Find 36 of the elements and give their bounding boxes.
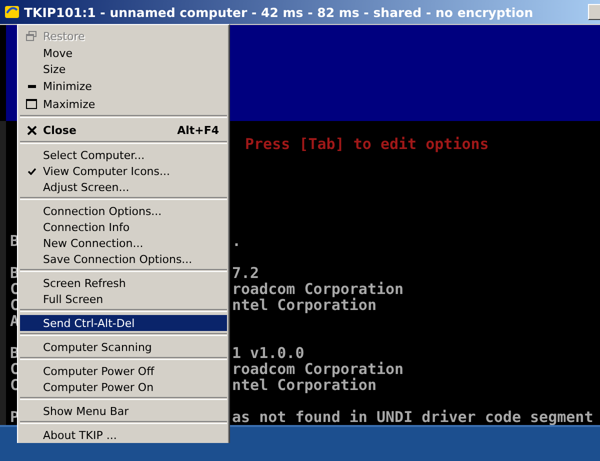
menu-item[interactable]: Show Menu Bar (20, 403, 227, 419)
console-text: . (232, 232, 242, 250)
console-text: roadcom Corporation (232, 280, 404, 298)
menu-item[interactable]: Save Connection Options... (20, 251, 227, 267)
menu-item[interactable]: Size (20, 61, 227, 77)
menu-item[interactable]: Close Alt+F4 (20, 121, 227, 139)
console-text: ntel Corporation (232, 376, 376, 394)
app-icon (4, 4, 20, 20)
window-title: TKIP101:1 - unnamed computer - 42 ms - 82 ms - shared - no encryption (24, 4, 534, 20)
menu-item[interactable]: New Connection... (20, 235, 227, 251)
menu-item[interactable]: Move (20, 45, 227, 61)
maximize-icon (26, 99, 37, 109)
close-icon (26, 126, 36, 134)
console-text: 7.2 (232, 264, 260, 282)
menu-item[interactable]: About TKIP ... (20, 427, 227, 443)
menu-item[interactable]: Connection Options... (20, 203, 227, 219)
console-text: roadcom Corporation (232, 360, 404, 378)
console-prompt: Press [Tab] to edit options (244, 135, 489, 153)
menu-item[interactable]: Full Screen (20, 291, 227, 307)
menu-item[interactable]: Select Computer... (20, 147, 227, 163)
console-text: as not found in UNDI driver code segment (232, 408, 594, 426)
menu-item[interactable]: Adjust Screen... (20, 179, 227, 195)
restore-icon (26, 31, 37, 41)
minimize-icon (28, 84, 36, 88)
menu-item[interactable]: Screen Refresh (20, 275, 227, 291)
menu-item[interactable]: Maximize (20, 95, 227, 113)
menu-item[interactable]: Minimize (20, 77, 227, 95)
menu-item[interactable]: Send Ctrl-Alt-Del (20, 315, 227, 331)
menu-item[interactable]: Computer Scanning (20, 339, 227, 355)
minimize-button[interactable] (588, 4, 600, 20)
menu-item[interactable]: Connection Info (20, 219, 227, 235)
console-text: ntel Corporation (232, 296, 376, 314)
menu-item[interactable]: Computer Power Off (20, 363, 227, 379)
menu-item[interactable]: View Computer Icons... (20, 163, 227, 179)
menu-item[interactable]: Computer Power On (20, 379, 227, 395)
console-text: 1 v1.0.0 (232, 344, 304, 362)
